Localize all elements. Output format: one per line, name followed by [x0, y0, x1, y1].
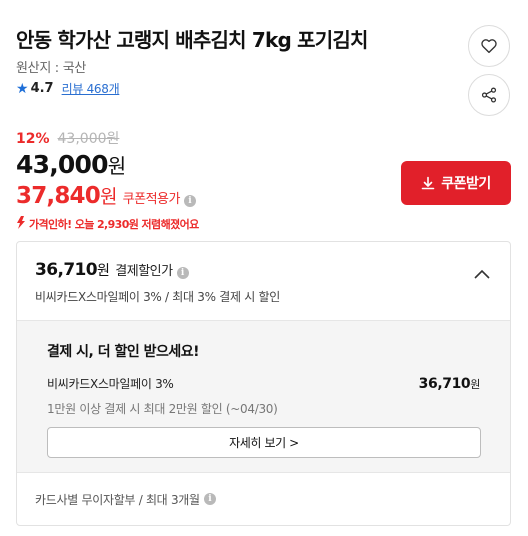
sale-price: 43,000원 [16, 150, 199, 181]
payment-panel-body: 결제 시, 더 할인 받으세요! 비씨카드X스마일페이 3% 36,710원 1… [17, 321, 510, 473]
payment-price: 36,710원 [35, 260, 110, 280]
card-amount-number: 36,710 [418, 376, 471, 392]
card-discount-row: 비씨카드X스마일페이 3% 36,710원 [47, 375, 480, 392]
info-icon[interactable]: i [183, 195, 196, 207]
coupon-price-number: 37,840 [16, 183, 101, 209]
sale-price-number: 43,000 [16, 150, 108, 179]
star-icon: ★ [16, 80, 29, 97]
payment-description: 비씨카드X스마일페이 3% / 최대 3% 결제 시 할인 [35, 290, 280, 304]
card-discount-amount: 36,710원 [418, 376, 481, 392]
download-icon [421, 176, 435, 190]
down-arrow-icon [16, 216, 27, 232]
coupon-price-row: 37,840원 쿠폰적용가 i [16, 182, 199, 211]
sale-price-unit: 원 [107, 154, 126, 178]
discount-row: 12% 43,000원 [16, 128, 199, 148]
price-drop-note: 가격인하! 오늘 2,930원 저렴해졌어요 [16, 216, 199, 232]
price-block: 12% 43,000원 43,000원 37,840원 쿠폰적용가 i 가격인하… [16, 128, 199, 232]
payment-discount-panel: 36,710원 결제할인가 i 비씨카드X스마일페이 3% / 최대 3% 결제… [16, 241, 511, 526]
card-amount-unit: 원 [470, 378, 480, 391]
info-icon[interactable]: i [203, 493, 216, 505]
installment-text: 카드사별 무이자할부 / 최대 3개월 [35, 492, 200, 507]
payment-panel-header[interactable]: 36,710원 결제할인가 i 비씨카드X스마일페이 3% / 최대 3% 결제… [17, 242, 510, 321]
wishlist-button[interactable] [468, 25, 510, 67]
discount-rate: 12% [16, 131, 50, 147]
review-count-link[interactable]: 리뷰 468개 [62, 80, 120, 97]
chevron-up-icon[interactable] [474, 264, 490, 283]
payment-price-label: 결제할인가 [115, 264, 173, 279]
origin-label: 원산지 : 국산 [16, 61, 87, 76]
view-details-button[interactable]: 자세히 보기 > [47, 427, 481, 458]
coupon-download-button[interactable]: 쿠폰받기 [401, 161, 511, 205]
installment-row: 카드사별 무이자할부 / 최대 3개월 i [17, 473, 510, 525]
payment-price-row: 36,710원 결제할인가 i [35, 260, 492, 280]
payment-price-unit: 원 [97, 263, 110, 279]
product-title: 안동 학가산 고랭지 배추김치 7kg 포기김치 [16, 28, 368, 52]
original-price: 43,000원 [57, 131, 120, 147]
coupon-price-label: 쿠폰적용가 [122, 192, 181, 207]
coupon-price-unit: 원 [99, 186, 117, 208]
payment-body-title: 결제 시, 더 할인 받으세요! [47, 344, 200, 360]
heart-icon [480, 37, 498, 55]
card-condition: 1만원 이상 결제 시 최대 2만원 할인 (~04/30) [47, 402, 278, 416]
coupon-price: 37,840원 [16, 182, 117, 211]
share-icon [480, 86, 498, 104]
rating-row: ★ 4.7 리뷰 468개 [16, 80, 120, 97]
payment-price-number: 36,710 [35, 260, 98, 280]
card-name: 비씨카드X스마일페이 3% [47, 377, 174, 391]
info-icon[interactable]: i [176, 267, 189, 279]
price-drop-text: 가격인하! 오늘 2,930원 저렴해졌어요 [29, 218, 199, 231]
rating-value: 4.7 [30, 81, 54, 96]
share-button[interactable] [468, 74, 510, 116]
coupon-button-label: 쿠폰받기 [441, 176, 491, 192]
